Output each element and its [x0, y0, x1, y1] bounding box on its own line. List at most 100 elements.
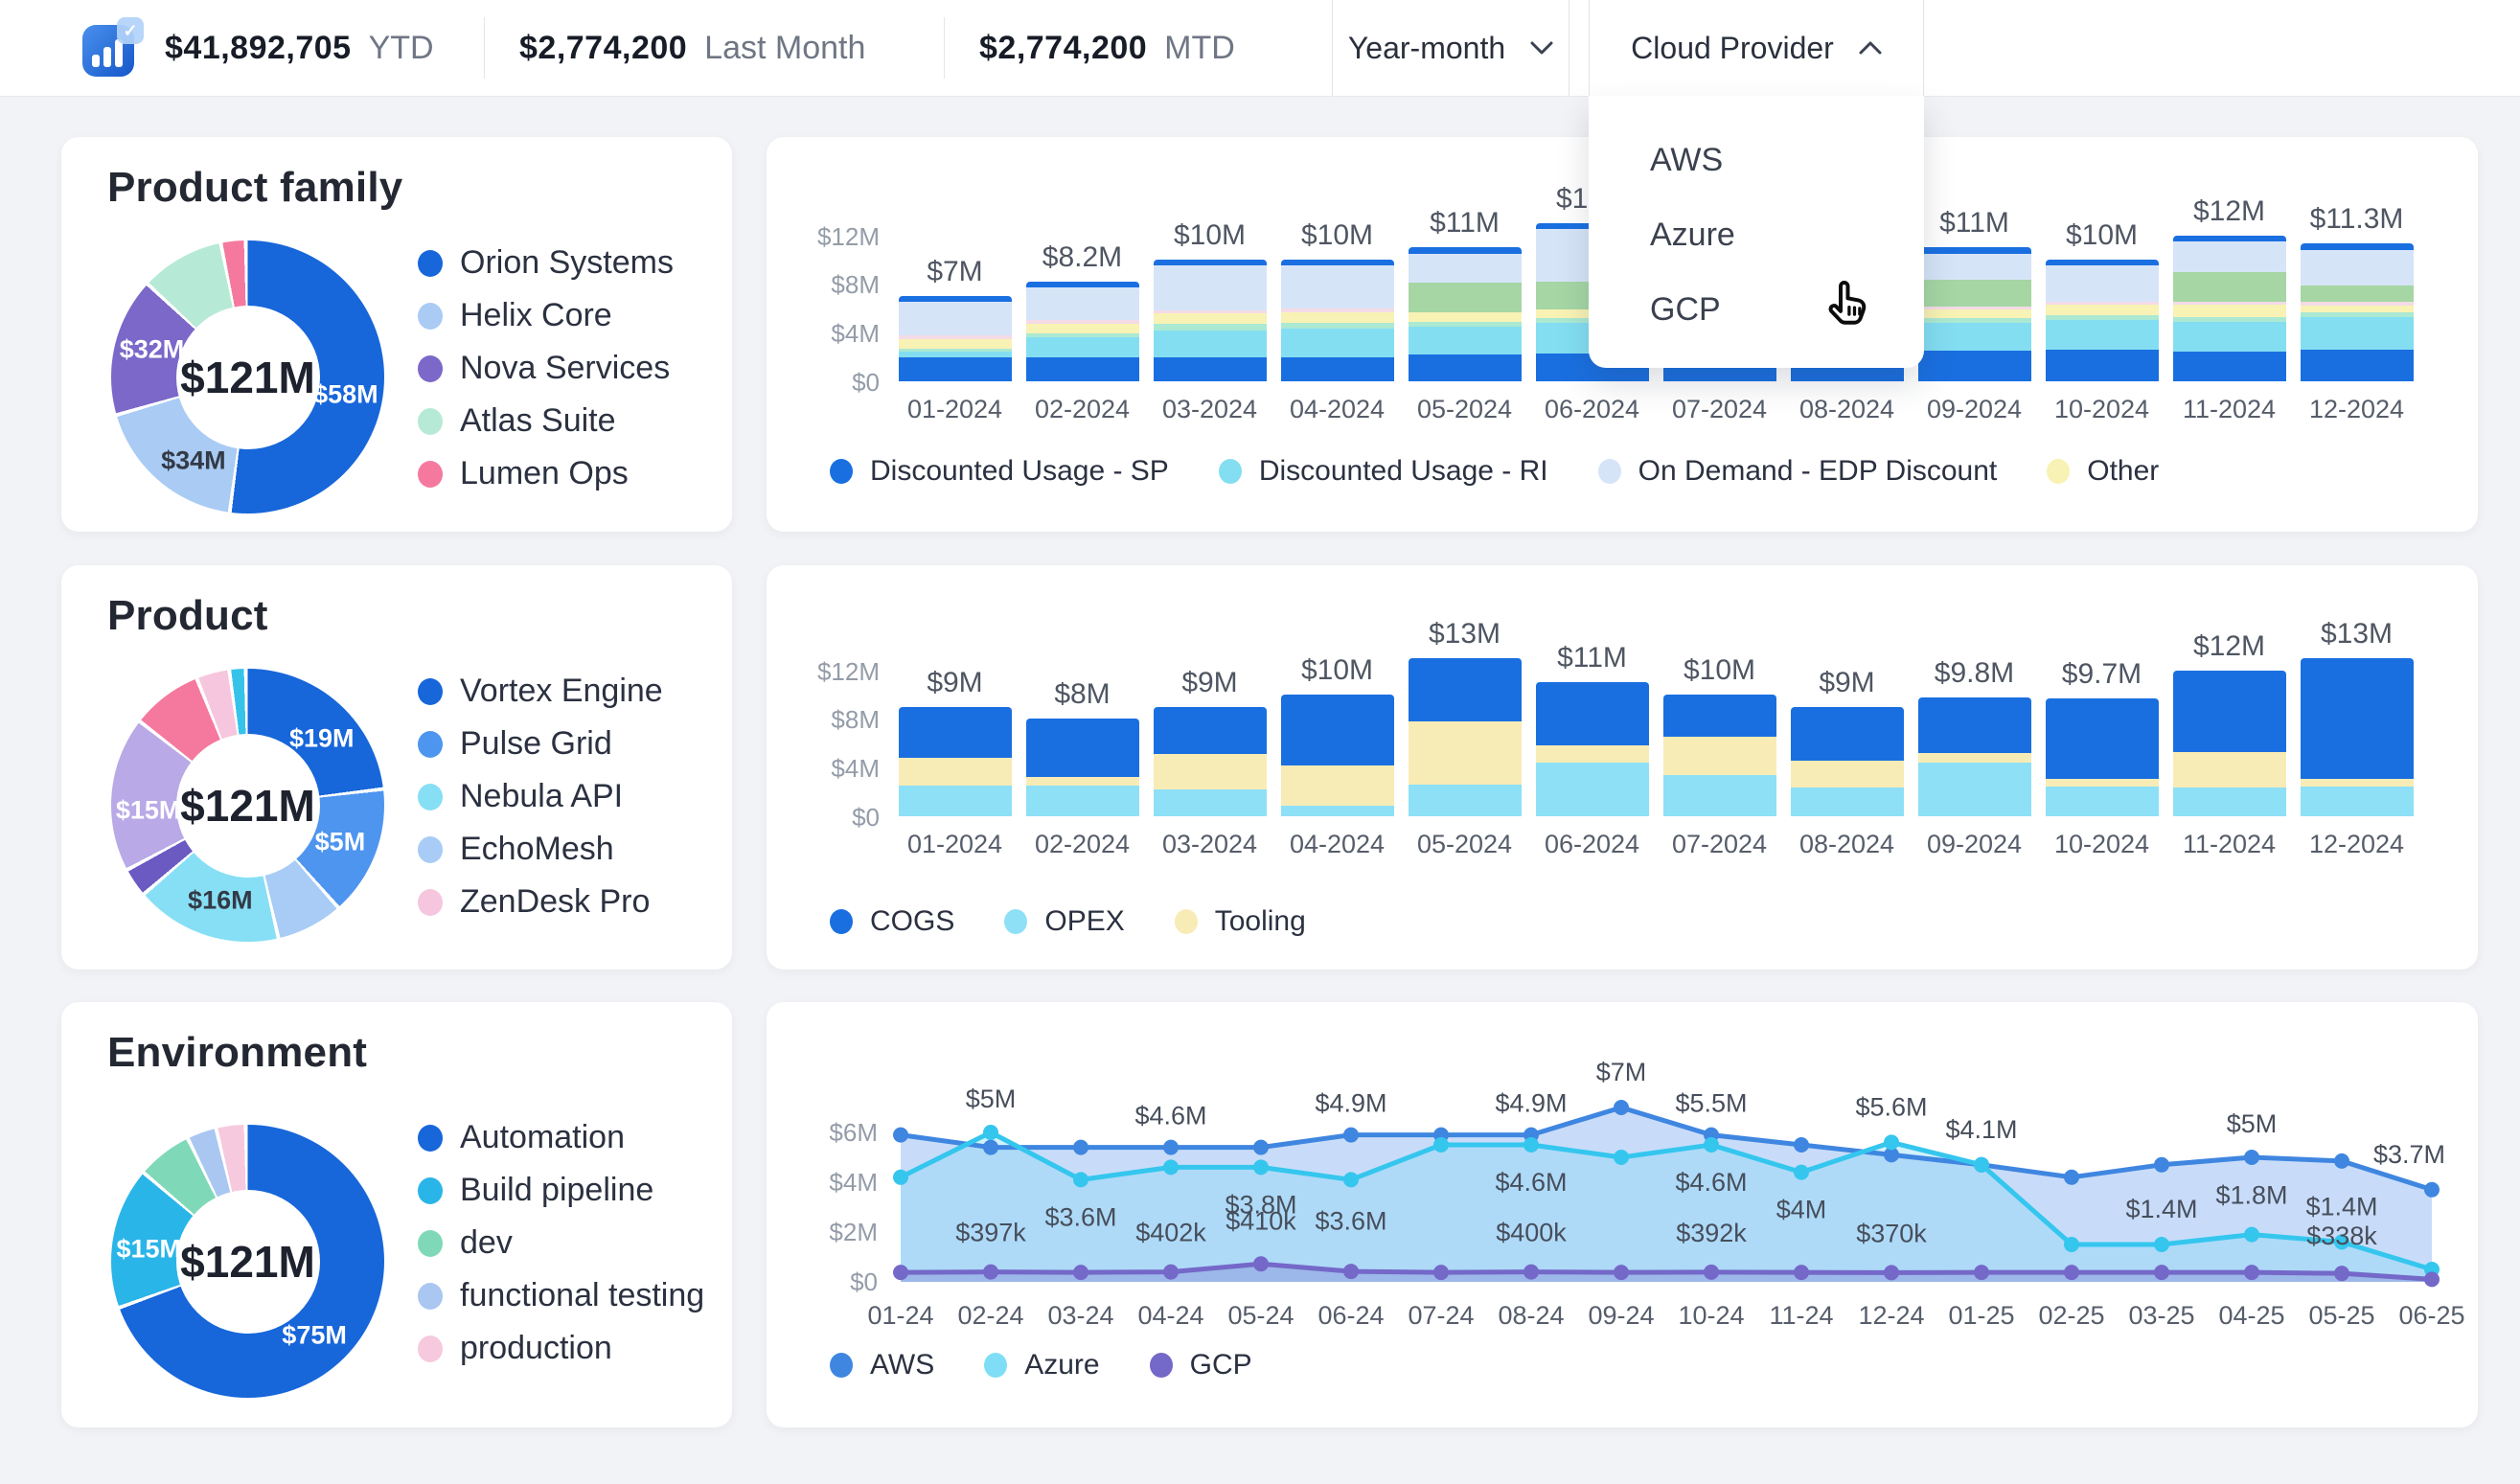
data-point-azure[interactable] — [893, 1170, 908, 1185]
bar-segment-opex[interactable] — [1281, 806, 1394, 816]
data-point-gcp[interactable] — [1704, 1265, 1719, 1280]
data-point-gcp[interactable] — [1884, 1265, 1899, 1280]
bar-segment-on-demand-edp-discount[interactable] — [1154, 265, 1267, 311]
stacked-bar-11-2024[interactable] — [2173, 671, 2286, 816]
bar-segment-discounted-usage-ri[interactable] — [2046, 320, 2159, 349]
data-point-azure[interactable] — [1433, 1137, 1449, 1153]
bar-segment-discounted-usage-sp[interactable] — [1918, 351, 2031, 381]
data-point-aws[interactable] — [1614, 1100, 1629, 1115]
bar-segment-opex[interactable] — [1154, 789, 1267, 816]
legend-item-functional-testing[interactable]: functional testing — [418, 1277, 704, 1314]
bar-segment-on-demand-edp-discount[interactable] — [2173, 241, 2286, 272]
legend-item-nova-services[interactable]: Nova Services — [418, 350, 674, 387]
data-point-azure[interactable] — [1794, 1165, 1809, 1180]
bar-segment-other[interactable] — [1154, 313, 1267, 324]
legend-item-tooling[interactable]: Tooling — [1175, 905, 1306, 938]
data-point-gcp[interactable] — [1253, 1256, 1269, 1271]
bar-segment-cogs[interactable] — [2046, 698, 2159, 779]
bar-segment-opex[interactable] — [2301, 787, 2414, 815]
data-point-gcp[interactable] — [1614, 1265, 1629, 1280]
bar-segment-green[interactable] — [1409, 283, 1522, 311]
bar-segment-cogs[interactable] — [1918, 697, 2031, 753]
bar-segment-other[interactable] — [2173, 305, 2286, 317]
data-point-gcp[interactable] — [2424, 1271, 2440, 1287]
data-point-azure[interactable] — [1523, 1137, 1539, 1153]
data-point-azure[interactable] — [1163, 1159, 1179, 1175]
legend-item-zendesk-pro[interactable]: ZenDesk Pro — [418, 883, 663, 921]
bar-segment-cogs[interactable] — [1409, 658, 1522, 721]
bar-segment-cogs[interactable] — [1154, 707, 1267, 755]
stacked-bar-01-2024[interactable] — [899, 707, 1012, 816]
legend-item-production[interactable]: production — [418, 1330, 704, 1367]
bar-segment-other[interactable] — [1026, 324, 1139, 333]
data-point-aws[interactable] — [983, 1140, 998, 1155]
bar-segment-discounted-usage-ri[interactable] — [1409, 327, 1522, 354]
stacked-bar-06-2024[interactable] — [1536, 682, 1649, 816]
data-point-aws[interactable] — [2424, 1182, 2440, 1198]
bar-segment-on-demand-edp-discount[interactable] — [1026, 287, 1139, 321]
bar-segment-tooling[interactable] — [1663, 737, 1776, 774]
bar-segment-cogs[interactable] — [899, 707, 1012, 758]
bar-segment-cogs[interactable] — [1663, 695, 1776, 737]
bar-segment-tooling[interactable] — [1791, 761, 1904, 788]
bar-segment-discounted-usage-ri[interactable] — [2301, 317, 2414, 350]
stacked-bar-03-2024[interactable] — [1154, 707, 1267, 816]
data-point-gcp[interactable] — [1974, 1265, 1989, 1280]
stacked-bar-05-2024[interactable] — [1409, 658, 1522, 816]
data-point-aws[interactable] — [1794, 1137, 1809, 1153]
data-point-gcp[interactable] — [2244, 1265, 2259, 1280]
bar-segment-tooling[interactable] — [1026, 777, 1139, 786]
bar-segment-cogs[interactable] — [1791, 707, 1904, 761]
bar-segment-on-demand-edp-discount[interactable] — [1409, 254, 1522, 283]
bar-segment-opex[interactable] — [1536, 763, 1649, 816]
bar-segment-tooling[interactable] — [1536, 745, 1649, 763]
bar-segment-tooling[interactable] — [899, 758, 1012, 786]
data-point-aws[interactable] — [1343, 1128, 1359, 1143]
dropdown-option-aws[interactable]: AWS — [1589, 123, 1924, 197]
bar-segment-opex[interactable] — [1791, 788, 1904, 816]
bar-segment-discounted-usage-ri[interactable] — [1026, 337, 1139, 356]
bar-segment-cogs[interactable] — [1026, 719, 1139, 777]
bar-segment-discounted-usage-sp[interactable] — [2046, 350, 2159, 381]
product-family-donut-chart[interactable]: $121M$58M$34M$32M — [111, 240, 384, 514]
bar-segment-on-demand-edp-discount[interactable] — [2046, 265, 2159, 301]
legend-item-atlas-suite[interactable]: Atlas Suite — [418, 402, 674, 440]
data-point-aws[interactable] — [893, 1128, 908, 1143]
legend-item-opex[interactable]: OPEX — [1004, 905, 1124, 938]
environment-donut-chart[interactable]: $121M$75M$15M — [111, 1125, 384, 1398]
stacked-bar-04-2024[interactable] — [1281, 260, 1394, 381]
data-point-gcp[interactable] — [1523, 1265, 1539, 1280]
data-point-gcp[interactable] — [983, 1265, 998, 1280]
data-point-gcp[interactable] — [1163, 1265, 1179, 1280]
bar-segment-cogs[interactable] — [1536, 682, 1649, 745]
cloud-provider-filter-button[interactable]: Cloud Provider — [1589, 0, 1924, 96]
legend-item-other[interactable]: Other — [2047, 455, 2159, 488]
stacked-bar-02-2024[interactable] — [1026, 282, 1139, 381]
stacked-bar-12-2024[interactable] — [2301, 658, 2414, 816]
bar-segment-discounted-usage-ri[interactable] — [1281, 329, 1394, 356]
data-point-gcp[interactable] — [1343, 1264, 1359, 1279]
legend-item-helix-core[interactable]: Helix Core — [418, 297, 674, 334]
bar-segment-discounted-usage-sp[interactable] — [1409, 354, 1522, 381]
legend-item-automation[interactable]: Automation — [418, 1119, 704, 1156]
data-point-azure[interactable] — [1974, 1157, 1989, 1173]
data-point-aws[interactable] — [2244, 1150, 2259, 1165]
data-point-gcp[interactable] — [1794, 1265, 1809, 1280]
bar-segment-discounted-usage-sp[interactable] — [899, 357, 1012, 381]
stacked-bar-02-2024[interactable] — [1026, 719, 1139, 816]
bar-segment-tooling[interactable] — [1154, 754, 1267, 789]
data-point-gcp[interactable] — [1073, 1265, 1088, 1280]
stacked-bar-07-2024[interactable] — [1663, 695, 1776, 816]
bar-segment-cogs[interactable] — [2173, 671, 2286, 752]
dropdown-option-azure[interactable]: Azure — [1589, 197, 1924, 272]
stacked-bar-10-2024[interactable] — [2046, 260, 2159, 381]
product-donut-chart[interactable]: $121M$19M$5M$16M$15M — [111, 669, 384, 942]
data-point-aws[interactable] — [1253, 1140, 1269, 1155]
bar-segment-green[interactable] — [2173, 272, 2286, 301]
stacked-bar-12-2024[interactable] — [2301, 243, 2414, 381]
bar-segment-on-demand-edp-discount[interactable] — [2301, 250, 2414, 285]
data-point-aws[interactable] — [1163, 1140, 1179, 1155]
bar-segment-tooling[interactable] — [2173, 752, 2286, 788]
legend-item-discounted-usage-ri[interactable]: Discounted Usage - RI — [1219, 455, 1548, 488]
bar-segment-discounted-usage-sp[interactable] — [1154, 357, 1267, 381]
